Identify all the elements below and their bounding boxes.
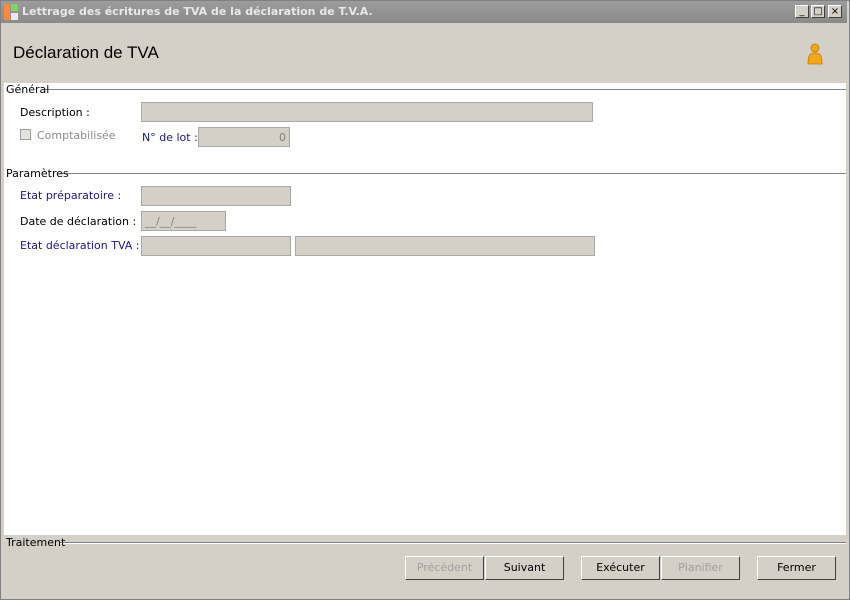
suivant-button[interactable]: Suivant	[485, 556, 564, 580]
comptabilisee-checkbox[interactable]	[20, 129, 31, 140]
close-button[interactable]: ×	[828, 5, 842, 18]
planifier-button[interactable]: Planifier	[661, 556, 740, 580]
comptabilisee-label: Comptabilisée	[37, 129, 116, 142]
etat-declaration-tva-label[interactable]: Etat déclaration TVA :	[20, 239, 140, 252]
general-separator	[44, 89, 846, 91]
lot-label: N° de lot :	[142, 131, 198, 144]
parametres-separator	[60, 173, 846, 175]
maximize-button[interactable]: □	[811, 5, 825, 18]
description-input[interactable]	[141, 102, 593, 122]
user-icon[interactable]	[806, 43, 824, 65]
etat-preparatoire-input[interactable]	[141, 186, 291, 206]
executer-button[interactable]: Exécuter	[581, 556, 660, 580]
date-declaration-label: Date de déclaration :	[20, 215, 137, 228]
fermer-button[interactable]: Fermer	[757, 556, 836, 580]
precedent-button[interactable]: Précédent	[405, 556, 484, 580]
etat-tva-code-input[interactable]	[141, 236, 291, 256]
lot-number-input[interactable]	[198, 127, 290, 147]
general-section-label: Général	[6, 83, 50, 96]
form-content	[4, 83, 846, 535]
page-title: Déclaration de TVA	[13, 43, 159, 62]
description-label: Description :	[20, 106, 90, 119]
traitement-section-label: Traitement	[6, 536, 66, 549]
traitement-separator	[60, 542, 846, 544]
etat-preparatoire-label[interactable]: Etat préparatoire :	[20, 189, 121, 202]
app-icon	[4, 4, 18, 20]
minimize-button[interactable]: _	[795, 5, 809, 18]
etat-tva-description-input[interactable]	[295, 236, 595, 256]
parametres-section-label: Paramètres	[6, 167, 69, 180]
window-title: Lettrage des écritures de TVA de la décl…	[22, 5, 373, 18]
date-declaration-input[interactable]	[141, 211, 226, 231]
